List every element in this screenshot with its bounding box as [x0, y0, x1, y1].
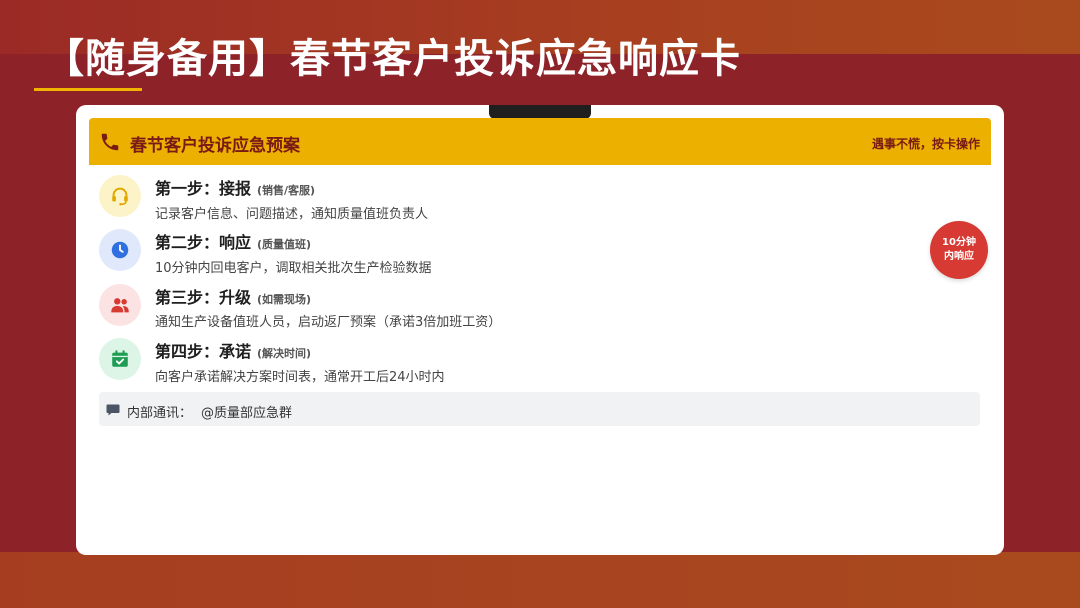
badge-line-1: 10分钟 [942, 237, 976, 248]
response-time-badge: 10分钟 内响应 [930, 221, 988, 279]
step-4-desc: 向客户承诺解决方案时间表，通常开工后24小时内 [155, 370, 445, 385]
step-1-title-text: 第一步：接报 [155, 179, 252, 198]
title-underline [34, 88, 142, 91]
users-icon [111, 298, 129, 313]
step-3-desc: 通知生产设备值班人员，启动返厂预案（承诺3倍加班工资） [155, 315, 502, 330]
step-4-title: 第四步：承诺 (解决时间) [155, 338, 311, 362]
step-2-title: 第二步：响应 (质量值班) [155, 229, 311, 253]
clock-icon [111, 241, 129, 259]
step-3-icon-circle [99, 284, 141, 326]
card-header-title: 春节客户投诉应急预案 [130, 136, 300, 156]
response-card [76, 105, 1004, 555]
card-header-note: 遇事不慌，按卡操作 [871, 137, 980, 151]
badge-line-2: 内响应 [944, 251, 974, 262]
step-1-icon-circle [99, 175, 141, 217]
page-title: 【随身备用】春节客户投诉应急响应卡 [44, 36, 741, 82]
step-1-tag: (销售/客服) [257, 184, 316, 197]
step-2-icon-circle [99, 229, 141, 271]
step-4-icon-circle [99, 338, 141, 380]
headset-icon [112, 187, 128, 206]
bottom-band [0, 552, 1080, 608]
step-3-title-text: 第三步：升级 [155, 288, 252, 307]
step-4-tag: (解决时间) [257, 347, 312, 360]
step-2-tag: (质量值班) [257, 238, 312, 251]
internal-comm-value: @质量部应急群 [201, 406, 293, 421]
calendar-check-icon [112, 350, 128, 367]
card-clip [489, 105, 591, 119]
step-4-title-text: 第四步：承诺 [155, 342, 252, 361]
step-1-desc: 记录客户信息、问题描述，通知质量值班负责人 [155, 207, 429, 222]
step-1-title: 第一步：接报 (销售/客服) [155, 175, 315, 199]
internal-comm-label: 内部通讯： [127, 406, 193, 421]
chat-bubble-icon [106, 402, 120, 416]
step-2-title-text: 第二步：响应 [155, 233, 252, 252]
step-3-tag: (如需现场) [257, 293, 312, 306]
step-2-desc: 10分钟内回电客户，调取相关批次生产检验数据 [155, 261, 432, 276]
phone-icon [99, 131, 121, 153]
step-3-title: 第三步：升级 (如需现场) [155, 284, 311, 308]
